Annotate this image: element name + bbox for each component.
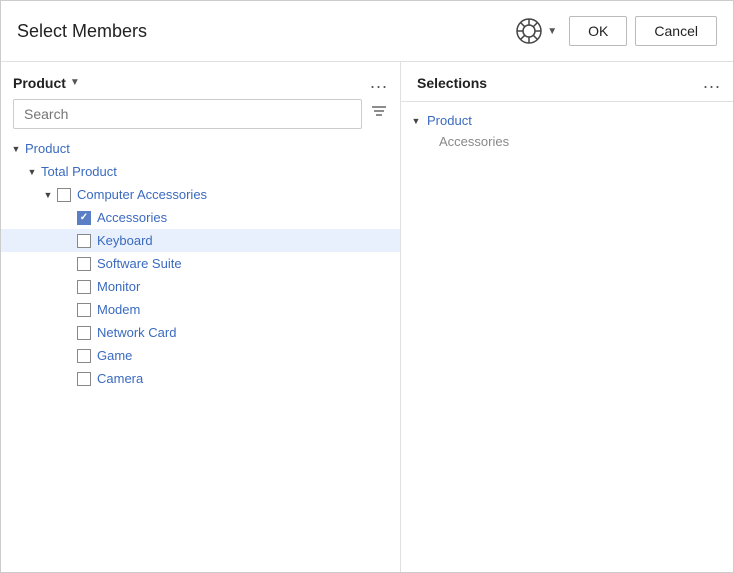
checkbox-camera[interactable] xyxy=(77,372,91,386)
filter-icon[interactable] xyxy=(370,103,388,126)
selections-tree: Product Accessories xyxy=(401,102,733,152)
tree-item-game[interactable]: Game xyxy=(1,344,400,367)
dialog-body: Product ▼ ... ProductTotal ProductComput xyxy=(1,62,733,572)
label-game: Game xyxy=(97,348,132,363)
help-icon-button[interactable]: ▼ xyxy=(511,13,561,49)
help-icon xyxy=(515,17,543,45)
checkbox-keyboard[interactable] xyxy=(77,234,91,248)
selections-title: Selections xyxy=(417,75,703,91)
left-panel-header: Product ▼ ... xyxy=(1,62,400,99)
tree-item-total_product[interactable]: Total Product xyxy=(1,160,400,183)
product-dropdown-arrow[interactable]: ▼ xyxy=(70,77,80,88)
right-panel: Selections ... Product Accessories xyxy=(401,62,733,572)
tree-item-software_suite[interactable]: Software Suite xyxy=(1,252,400,275)
left-panel-dots-menu[interactable]: ... xyxy=(370,72,388,93)
tree-item-modem[interactable]: Modem xyxy=(1,298,400,321)
tree-container: Product Total Product Computer Accessories… xyxy=(1,137,400,572)
right-panel-dots-menu[interactable]: ... xyxy=(703,72,721,93)
label-total_product: Total Product xyxy=(41,164,117,179)
label-product: Product xyxy=(25,141,70,156)
checkbox-monitor[interactable] xyxy=(77,280,91,294)
expand-arrow-computer_accessories xyxy=(41,188,55,202)
tree-item-computer_accessories[interactable]: Computer Accessories xyxy=(1,183,400,206)
label-keyboard: Keyboard xyxy=(97,233,153,248)
tree-item-product[interactable]: Product xyxy=(1,137,400,160)
search-input[interactable] xyxy=(13,99,362,129)
label-camera: Camera xyxy=(97,371,143,386)
label-computer_accessories: Computer Accessories xyxy=(77,187,207,202)
select-members-dialog: Select Members ▼ OK Cancel xyxy=(0,0,734,573)
dialog-header: Select Members ▼ OK Cancel xyxy=(1,1,733,62)
ok-button[interactable]: OK xyxy=(569,16,627,46)
sel-label-product: Product xyxy=(427,113,472,128)
tree-item-network_card[interactable]: Network Card xyxy=(1,321,400,344)
tree-item-camera[interactable]: Camera xyxy=(1,367,400,390)
label-monitor: Monitor xyxy=(97,279,140,294)
search-row xyxy=(1,99,400,137)
checkbox-network_card[interactable] xyxy=(77,326,91,340)
expand-arrow-product xyxy=(9,142,23,156)
left-panel-title: Product ▼ xyxy=(13,75,370,91)
cancel-button[interactable]: Cancel xyxy=(635,16,717,46)
expand-arrow-total_product xyxy=(25,165,39,179)
label-accessories: Accessories xyxy=(97,210,167,225)
tree-item-keyboard[interactable]: Keyboard xyxy=(1,229,400,252)
checkbox-modem[interactable] xyxy=(77,303,91,317)
help-dropdown-arrow: ▼ xyxy=(547,26,557,37)
checkbox-software_suite[interactable] xyxy=(77,257,91,271)
header-actions: ▼ OK Cancel xyxy=(511,13,717,49)
checkbox-computer_accessories[interactable] xyxy=(57,188,71,202)
tree-item-monitor[interactable]: Monitor xyxy=(1,275,400,298)
label-software_suite: Software Suite xyxy=(97,256,182,271)
label-network_card: Network Card xyxy=(97,325,176,340)
tree-item-accessories[interactable]: Accessories xyxy=(1,206,400,229)
checkbox-game[interactable] xyxy=(77,349,91,363)
sel-label-accessories: Accessories xyxy=(409,134,509,149)
sel-expand-product xyxy=(409,114,423,128)
dialog-title: Select Members xyxy=(17,21,511,42)
checkbox-accessories[interactable] xyxy=(77,211,91,225)
selection-accessories: Accessories xyxy=(409,131,733,152)
right-panel-header: Selections ... xyxy=(401,62,733,102)
label-modem: Modem xyxy=(97,302,140,317)
selection-product: Product xyxy=(409,110,733,131)
left-panel: Product ▼ ... ProductTotal ProductComput xyxy=(1,62,401,572)
